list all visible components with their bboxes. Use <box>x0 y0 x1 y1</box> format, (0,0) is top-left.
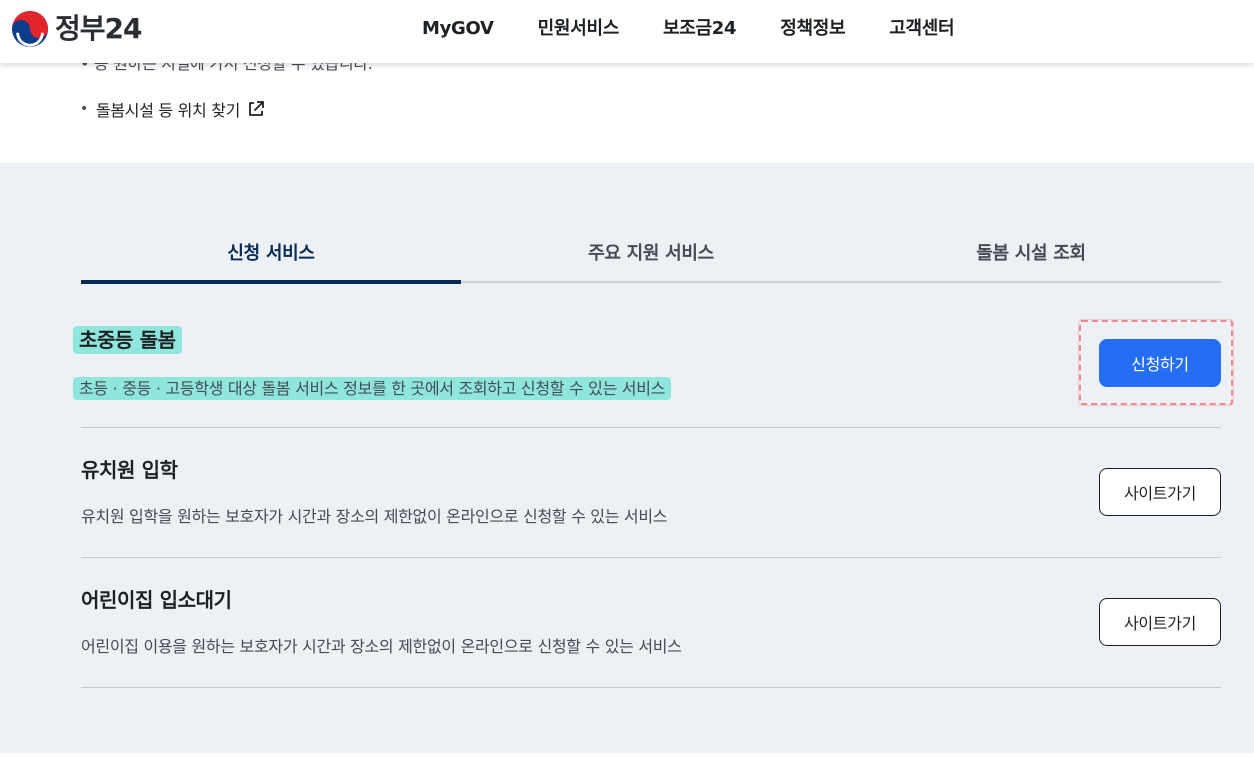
external-link-icon <box>249 101 265 116</box>
nav-policy-info[interactable]: 정책정보 <box>758 0 867 58</box>
facility-location-link-label: 돌봄시설 등 위치 찾기 <box>95 101 241 120</box>
highlighted-description: 초등 · 중등 · 고등학생 대상 돌봄 서비스 정보를 한 곳에서 조회하고 … <box>73 377 672 400</box>
highlighted-title: 초중등 돌봄 <box>73 326 182 354</box>
logo-text: 정부24 <box>55 12 142 45</box>
go-to-site-button[interactable]: 사이트가기 <box>1099 598 1221 646</box>
service-description: 초등 · 중등 · 고등학생 대상 돌봄 서비스 정보를 한 곳에서 조회하고 … <box>73 377 672 401</box>
main-nav: MyGOV 민원서비스 보조금24 정책정보 고객센터 <box>400 0 976 58</box>
nav-mygov[interactable]: MyGOV <box>400 0 516 58</box>
tab-main-support-services[interactable]: 주요 지원 서비스 <box>461 235 841 281</box>
logo[interactable]: 정부24 <box>11 10 142 48</box>
service-title: 유치원 입학 <box>81 458 178 482</box>
service-title: 어린이집 입소대기 <box>81 588 232 612</box>
nav-civil-services[interactable]: 민원서비스 <box>516 0 641 58</box>
service-description: 유치원 입학을 원하는 보호자가 시간과 장소의 제한없이 온라인으로 신청할 … <box>81 507 668 526</box>
service-list: 초중등 돌봄 초등 · 중등 · 고등학생 대상 돌봄 서비스 정보를 한 곳에… <box>73 316 1221 688</box>
service-title: 초중등 돌봄 <box>73 326 182 354</box>
service-description: 어린이집 이용을 원하는 보호자가 시간과 장소의 제한없이 온라인으로 신청할… <box>81 637 682 656</box>
tab-care-facility-lookup[interactable]: 돌봄 시설 조회 <box>841 235 1221 281</box>
page: • 등 원하는 시설에 가서 신청할 수 있습니다. • 돌봄시설 등 위치 찾… <box>0 0 1254 771</box>
bottom-strip <box>0 753 1254 771</box>
nav-subsidy24[interactable]: 보조금24 <box>641 0 758 58</box>
list-item: 유치원 입학 유치원 입학을 원하는 보호자가 시간과 장소의 제한없이 온라인… <box>81 428 1221 558</box>
service-section: 신청 서비스 주요 지원 서비스 돌봄 시설 조회 초중등 돌봄 초등 · 중등… <box>0 163 1254 753</box>
apply-button[interactable]: 신청하기 <box>1099 339 1221 387</box>
list-item: 초중등 돌봄 초등 · 중등 · 고등학생 대상 돌봄 서비스 정보를 한 곳에… <box>73 316 1221 428</box>
tab-application-services[interactable]: 신청 서비스 <box>81 235 461 284</box>
list-item: 어린이집 입소대기 어린이집 이용을 원하는 보호자가 시간과 장소의 제한없이… <box>81 558 1221 688</box>
taegeuk-logo-icon <box>11 10 49 48</box>
facility-location-link[interactable]: • 돌봄시설 등 위치 찾기 <box>80 96 266 122</box>
site-header: 정부24 MyGOV 민원서비스 보조금24 정책정보 고객센터 <box>0 0 1254 63</box>
service-tabs: 신청 서비스 주요 지원 서비스 돌봄 시설 조회 <box>81 235 1221 284</box>
go-to-site-button[interactable]: 사이트가기 <box>1099 468 1221 516</box>
bullet: • <box>80 101 88 117</box>
nav-customer-center[interactable]: 고객센터 <box>867 0 976 58</box>
